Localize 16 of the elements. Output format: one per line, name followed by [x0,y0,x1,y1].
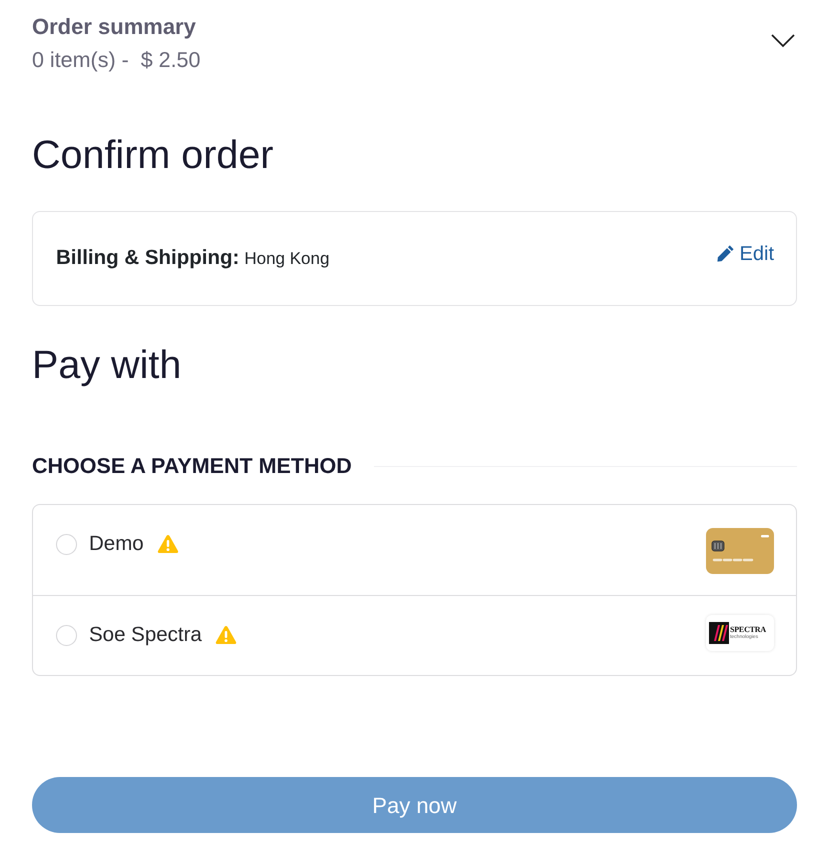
section-title: CHOOSE A PAYMENT METHOD [32,453,352,480]
order-summary-total: 0 item(s) - $ 2.50 [32,47,200,74]
order-summary-title: Order summary [32,13,197,40]
pay-with-heading: Pay with [32,342,182,388]
payment-method-label[interactable]: Demo [89,528,144,560]
radio-button[interactable] [56,624,77,646]
edit-link[interactable]: Edit [716,238,774,268]
pencil-icon [716,244,735,263]
logo-mark-icon [709,622,729,644]
chevron-down-icon[interactable] [771,34,795,48]
radio-button[interactable] [56,534,77,555]
confirm-order-heading: Confirm order [32,132,274,178]
credit-card-icon [706,528,774,574]
payment-method-label[interactable]: Soe Spectra [89,620,202,651]
billing-shipping-text: Billing & Shipping: Hong Kong [56,245,330,272]
logo-text: SPECTRA [730,626,766,634]
